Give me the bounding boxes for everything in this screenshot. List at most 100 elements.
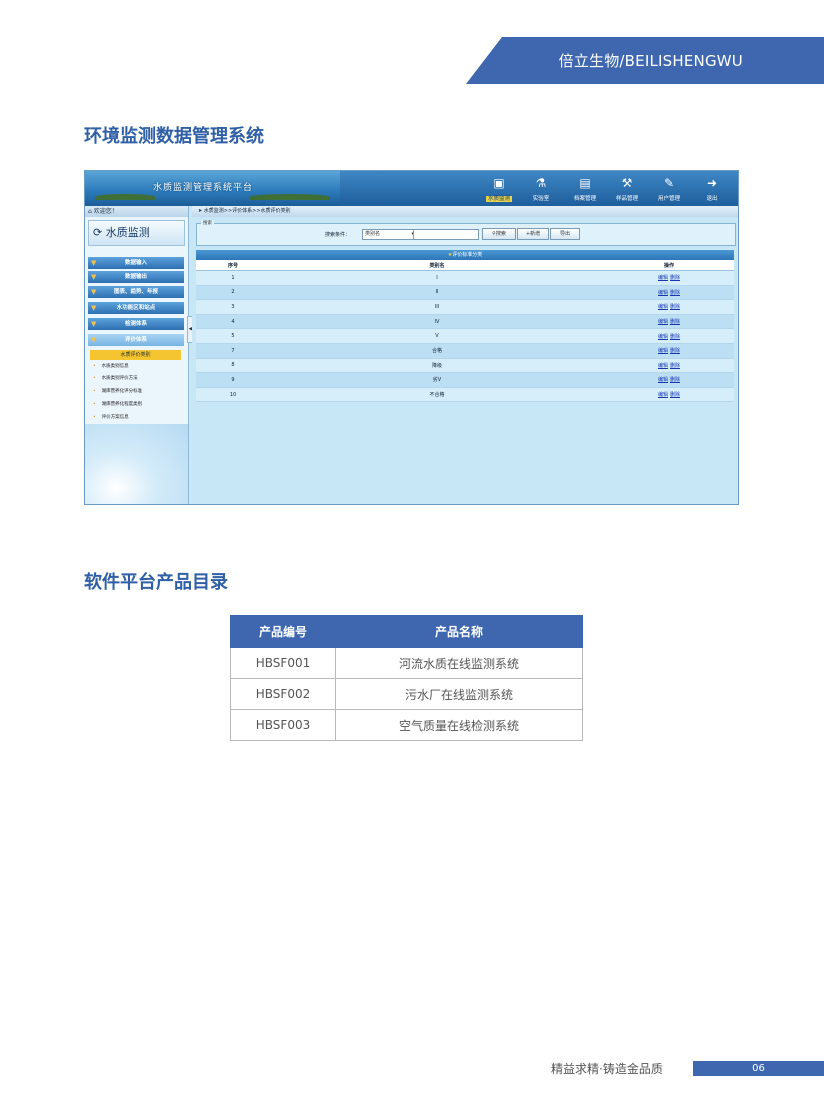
software-screenshot: 水质监测管理系统平台 ▣ 水质监测 ⚗ 实验室 ▤ 档案管理 ⚒ 样品管理 ✎ … [84, 170, 739, 505]
user-icon: ✎ [663, 176, 675, 190]
row-actions: 编辑 删除 [604, 358, 734, 374]
submenu-active[interactable]: 水质评价类别 [90, 350, 181, 360]
table-row: HBSF001 河流水质在线监测系统 [230, 647, 583, 679]
delete-link[interactable]: 删除 [670, 348, 680, 354]
row-index: 2 [196, 285, 270, 301]
section-title-catalog: 软件平台产品目录 [84, 572, 228, 593]
row-category: 劣V [270, 372, 604, 388]
sample-icon: ⚒ [621, 176, 633, 190]
menu-charts[interactable]: ▼ 图表、趋势、年报 [88, 286, 184, 298]
search-label: 搜索条件： [325, 232, 351, 238]
nav-exit[interactable]: ➜ 退出 [691, 173, 733, 204]
row-actions: 编辑 删除 [604, 314, 734, 330]
delete-link[interactable]: 删除 [670, 319, 680, 325]
row-actions: 编辑 删除 [604, 299, 734, 315]
row-index: 3 [196, 299, 270, 315]
row-index: 1 [196, 270, 270, 286]
edit-link[interactable]: 编辑 [658, 392, 668, 398]
main-panel: ➤ 水质监测>>评价体系>>水质评价类别 搜索 搜索条件： 类别名 ▾ ⚲搜索 … [192, 206, 738, 504]
row-actions: 编辑 删除 [604, 343, 734, 359]
arrow-down-icon: ▼ [91, 273, 97, 281]
category-table: 序号 类别名 操作 1 I 编辑 删除 2 II 编辑 删除 3 III 编辑 删除 4 IV 编辑 删除 5 V… [196, 260, 734, 403]
water-drop-icon: ⟳ [93, 226, 106, 239]
menu-stations[interactable]: ▼ 水功能区和站点 [88, 302, 184, 314]
search-legend: 搜索 [201, 220, 214, 226]
search-button[interactable]: ⚲搜索 [482, 228, 516, 240]
delete-link[interactable]: 删除 [670, 334, 680, 340]
col-header: 操作 [604, 260, 734, 271]
table-row: 1 I 编辑 删除 [196, 270, 734, 286]
panel-decoration [85, 424, 188, 504]
nav-user[interactable]: ✎ 用户管理 [648, 173, 690, 204]
row-index: 8 [196, 358, 270, 374]
row-category: V [270, 328, 604, 344]
add-button[interactable]: +新增 [517, 228, 549, 240]
arrow-down-icon: ▼ [91, 336, 97, 344]
app-banner: 水质监测管理系统平台 [85, 171, 340, 206]
brand-banner: 倍立生物/BEILISHENGWU [466, 37, 824, 84]
exit-icon: ➜ [706, 176, 718, 190]
nav-water-monitor[interactable]: ▣ 水质监测 [478, 173, 520, 204]
welcome-bar: ⌂ 欢迎您！ [85, 206, 188, 217]
table-row: 9 劣V 编辑 删除 [196, 372, 734, 388]
search-field-select[interactable]: 类别名 ▾ [362, 229, 416, 240]
delete-link[interactable]: 删除 [670, 290, 680, 296]
delete-link[interactable]: 删除 [670, 363, 680, 369]
delete-link[interactable]: 删除 [670, 304, 680, 310]
product-table: 产品编号 产品名称 HBSF001 河流水质在线监测系统 HBSF002 污水厂在线监… [230, 615, 583, 741]
export-button[interactable]: 导出 [550, 228, 580, 240]
submenu-item[interactable]: • 湖库营养化评分标准 [93, 386, 181, 398]
product-name: 空气质量在线检测系统 [335, 709, 583, 741]
row-category: 合格 [270, 343, 604, 359]
edit-link[interactable]: 编辑 [658, 363, 668, 369]
edit-link[interactable]: 编辑 [658, 319, 668, 325]
row-actions: 编辑 删除 [604, 372, 734, 388]
left-panel: ⌂ 欢迎您！ ⟳ 水质监测 ▼ 数据输入 ▼ 数据输出 ▼ 图表、趋势、年报 ▼ 水功能… [85, 206, 189, 504]
row-index: 10 [196, 387, 270, 403]
menu-data-input[interactable]: ▼ 数据输入 [88, 257, 184, 269]
delete-link[interactable]: 删除 [670, 275, 680, 281]
edit-link[interactable]: 编辑 [658, 290, 668, 296]
table-row: 2 II 编辑 删除 [196, 285, 734, 301]
submenu-item[interactable]: • 水质类别评价方法 [93, 373, 181, 385]
nav-archive[interactable]: ▤ 档案管理 [564, 173, 606, 204]
table-row: 5 V 编辑 删除 [196, 328, 734, 344]
submenu-item[interactable]: • 评价方案信息 [93, 412, 181, 424]
edit-link[interactable]: 编辑 [658, 304, 668, 310]
table-row: HBSF003 空气质量在线检测系统 [230, 709, 583, 741]
edit-link[interactable]: 编辑 [658, 275, 668, 281]
table-row: 4 IV 编辑 删除 [196, 314, 734, 330]
search-panel: 搜索 搜索条件： 类别名 ▾ ⚲搜索 +新增 导出 [196, 220, 736, 246]
row-category: IV [270, 314, 604, 330]
submenu-item[interactable]: • 水质类别信息 [93, 361, 181, 373]
table-caption: ★评价标准分类 [196, 250, 734, 260]
submenu-item[interactable]: • 湖库营养化程度类别 [93, 399, 181, 411]
row-category: II [270, 285, 604, 301]
monitor-icon: ▣ [493, 176, 505, 190]
results-table: ★评价标准分类 序号 类别名 操作 1 I 编辑 删除 2 II 编辑 删除 3 III 编辑 删除 4… [196, 250, 734, 403]
product-name: 河流水质在线监测系统 [335, 647, 583, 679]
search-input[interactable] [413, 229, 479, 240]
island-graphic [250, 194, 330, 200]
product-name: 污水厂在线监测系统 [335, 678, 583, 710]
menu-detection[interactable]: ▼ 检测体系 [88, 318, 184, 330]
edit-link[interactable]: 编辑 [658, 348, 668, 354]
row-actions: 编辑 删除 [604, 285, 734, 301]
edit-link[interactable]: 编辑 [658, 377, 668, 383]
delete-link[interactable]: 删除 [670, 377, 680, 383]
table-row: 7 合格 编辑 删除 [196, 343, 734, 359]
row-category: 不合格 [270, 387, 604, 403]
footer-slogan: 精益求精·铸造金品质 [551, 1062, 663, 1076]
breadcrumb: ➤ 水质监测>>评价体系>>水质评价类别 [192, 206, 738, 217]
product-code: HBSF001 [230, 647, 336, 679]
panel-title: ⟳ 水质监测 [88, 220, 185, 246]
col-header: 类别名 [270, 260, 604, 271]
row-index: 7 [196, 343, 270, 359]
edit-link[interactable]: 编辑 [658, 334, 668, 340]
menu-data-output[interactable]: ▼ 数据输出 [88, 271, 184, 283]
nav-sample[interactable]: ⚒ 样品管理 [606, 173, 648, 204]
nav-lab[interactable]: ⚗ 实验室 [520, 173, 562, 204]
col-header: 产品名称 [335, 615, 583, 648]
menu-evaluation[interactable]: ▼ 评价体系 [88, 334, 184, 346]
delete-link[interactable]: 删除 [670, 392, 680, 398]
